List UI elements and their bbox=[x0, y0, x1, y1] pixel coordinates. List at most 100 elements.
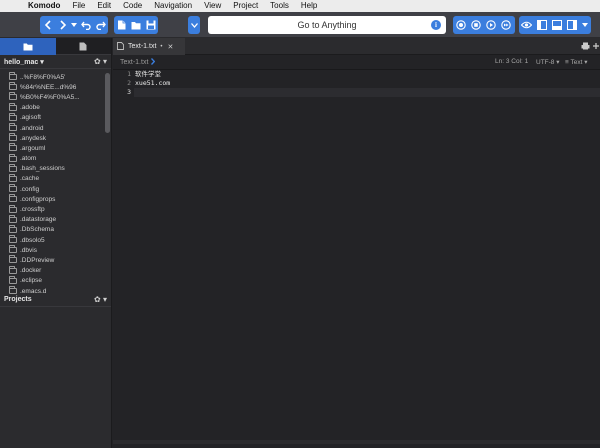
new-file-icon[interactable] bbox=[114, 16, 129, 34]
folder-icon bbox=[23, 38, 33, 56]
folder-icon bbox=[9, 82, 17, 91]
places-root-selector[interactable]: hello_mac ▾ bbox=[4, 58, 44, 66]
info-icon[interactable]: i bbox=[431, 20, 441, 30]
tree-folder[interactable]: .docker bbox=[0, 265, 111, 276]
projects-title: Projects bbox=[4, 296, 32, 303]
folder-icon bbox=[9, 72, 17, 81]
tree-folder[interactable]: .atom bbox=[0, 153, 111, 164]
tree-folder[interactable]: .dbsolo5 bbox=[0, 235, 111, 245]
printer-icon[interactable] bbox=[581, 42, 590, 52]
redo-icon[interactable] bbox=[93, 16, 108, 34]
left-pane-icon[interactable] bbox=[534, 16, 549, 34]
eye-icon[interactable] bbox=[519, 16, 534, 34]
tree-folder[interactable]: .eclipse bbox=[0, 275, 111, 286]
tree-folder[interactable]: .DDPreview bbox=[0, 255, 111, 265]
more-dropdown-icon[interactable] bbox=[579, 16, 591, 34]
menu-app-name[interactable]: Komodo bbox=[28, 0, 60, 12]
line-number: 2 bbox=[127, 79, 131, 87]
add-tab-icon[interactable] bbox=[593, 41, 599, 51]
go-to-anything-label: Go to Anything bbox=[297, 20, 357, 30]
tab-open-files[interactable] bbox=[56, 38, 112, 55]
gear-icon[interactable]: ✿ ▾ bbox=[94, 57, 107, 66]
forward-arrow-icon[interactable] bbox=[55, 16, 70, 34]
cursor-position[interactable]: Ln: 3 Col: 1 bbox=[495, 58, 528, 65]
editor-horizontal-scrollbar[interactable] bbox=[113, 440, 600, 444]
history-dropdown-icon[interactable] bbox=[70, 16, 78, 34]
menu-help[interactable]: Help bbox=[301, 0, 317, 12]
tree-folder[interactable]: %84r%NEE...d%96 bbox=[0, 82, 111, 92]
right-pane-icon[interactable] bbox=[564, 16, 579, 34]
tree-folder[interactable]: .android bbox=[0, 123, 111, 133]
tree-folder-label: .dbvis bbox=[20, 246, 37, 254]
code-line[interactable]: xue51.com bbox=[134, 79, 600, 88]
editor-tab-bar: Text-1.txt • ✕ bbox=[113, 38, 600, 55]
tree-folder[interactable]: .DbSchema bbox=[0, 224, 111, 235]
tree-folder-label: .adobe bbox=[20, 104, 40, 112]
tree-folder-label: .configprops bbox=[20, 195, 56, 203]
macro-button-group bbox=[453, 16, 515, 34]
go-to-anything-button[interactable]: Go to Anything i bbox=[208, 16, 446, 34]
tree-folder[interactable]: %B0%F4%F0%A5... bbox=[0, 92, 111, 102]
tree-folder[interactable]: .agisoft bbox=[0, 112, 111, 123]
places-header: hello_mac ▾ ✿ ▾ bbox=[0, 55, 111, 69]
menu-code[interactable]: Code bbox=[123, 0, 142, 12]
language-selector[interactable]: ≡ Text ▾ bbox=[565, 58, 588, 66]
save-icon[interactable] bbox=[144, 16, 158, 34]
breadcrumb[interactable]: Text-1.txt bbox=[120, 58, 156, 67]
menu-dropdown-icon[interactable] bbox=[188, 16, 200, 34]
open-folder-icon[interactable] bbox=[129, 16, 144, 34]
tree-folder-label: .datastorage bbox=[20, 216, 57, 224]
tab-places[interactable] bbox=[0, 38, 56, 55]
tree-folder-label: %B0%F4%F0%A5... bbox=[20, 93, 80, 101]
menu-view[interactable]: View bbox=[204, 0, 221, 12]
tree-folder-label: .argouml bbox=[20, 144, 46, 152]
tree-folder[interactable]: .datastorage bbox=[0, 214, 111, 225]
close-icon[interactable]: ✕ bbox=[168, 43, 174, 51]
tab-label: Text-1.txt bbox=[128, 43, 157, 50]
editor-area[interactable]: 1 2 3 软件学堂 xue51.com bbox=[113, 70, 600, 444]
tree-folder-label: .crossftp bbox=[20, 206, 45, 214]
tree-folder-label: .android bbox=[20, 124, 44, 132]
record-macro-icon[interactable] bbox=[453, 16, 468, 34]
tree-folder[interactable]: .cache bbox=[0, 173, 111, 184]
code-line[interactable]: 软件学堂 bbox=[134, 70, 600, 79]
tree-folder[interactable]: .anydesk bbox=[0, 133, 111, 143]
tree-folder-label: .DDPreview bbox=[20, 256, 55, 264]
replay-macro-icon[interactable] bbox=[498, 16, 513, 34]
left-sidebar: hello_mac ▾ ✿ ▾ ..%F8%F0%A5' %84r%NEE...… bbox=[0, 38, 112, 448]
folder-icon bbox=[9, 153, 17, 162]
menu-edit[interactable]: Edit bbox=[97, 0, 111, 12]
tree-folder[interactable]: .argouml bbox=[0, 143, 111, 153]
folder-icon bbox=[9, 214, 17, 223]
tree-folder[interactable]: ..%F8%F0%A5' bbox=[0, 72, 111, 82]
folder-icon bbox=[9, 92, 17, 101]
line-number-gutter: 1 2 3 bbox=[113, 70, 133, 440]
stop-macro-icon[interactable] bbox=[468, 16, 483, 34]
toolbar: Go to Anything i bbox=[0, 12, 600, 38]
code-line[interactable] bbox=[134, 88, 600, 97]
tree-folder[interactable]: .crossftp bbox=[0, 204, 111, 214]
tree-scrollbar[interactable] bbox=[105, 73, 110, 133]
undo-icon[interactable] bbox=[78, 16, 93, 34]
folder-icon bbox=[9, 163, 17, 172]
tree-folder-label: .bash_sessions bbox=[20, 165, 65, 173]
tree-folder[interactable]: .bash_sessions bbox=[0, 163, 111, 174]
tab-text-1[interactable]: Text-1.txt • ✕ bbox=[113, 38, 185, 55]
gear-icon[interactable]: ✿ ▾ bbox=[94, 295, 107, 304]
menu-tools[interactable]: Tools bbox=[270, 0, 289, 12]
tree-folder[interactable]: .adobe bbox=[0, 102, 111, 113]
tree-folder[interactable]: .dbvis bbox=[0, 245, 111, 255]
document-icon bbox=[79, 38, 87, 56]
play-macro-icon[interactable] bbox=[483, 16, 498, 34]
pane-button-group bbox=[519, 16, 591, 34]
back-arrow-icon[interactable] bbox=[40, 16, 55, 34]
code-content[interactable]: 软件学堂 xue51.com bbox=[134, 70, 600, 97]
menu-bar: Komodo File Edit Code Navigation View Pr… bbox=[0, 0, 600, 12]
encoding-selector[interactable]: UTF-8 ▾ bbox=[536, 58, 559, 66]
tree-folder[interactable]: .configprops bbox=[0, 194, 111, 204]
menu-project[interactable]: Project bbox=[233, 0, 258, 12]
menu-file[interactable]: File bbox=[72, 0, 85, 12]
menu-navigation[interactable]: Navigation bbox=[154, 0, 192, 12]
bottom-pane-icon[interactable] bbox=[549, 16, 564, 34]
tree-folder[interactable]: .config bbox=[0, 184, 111, 194]
